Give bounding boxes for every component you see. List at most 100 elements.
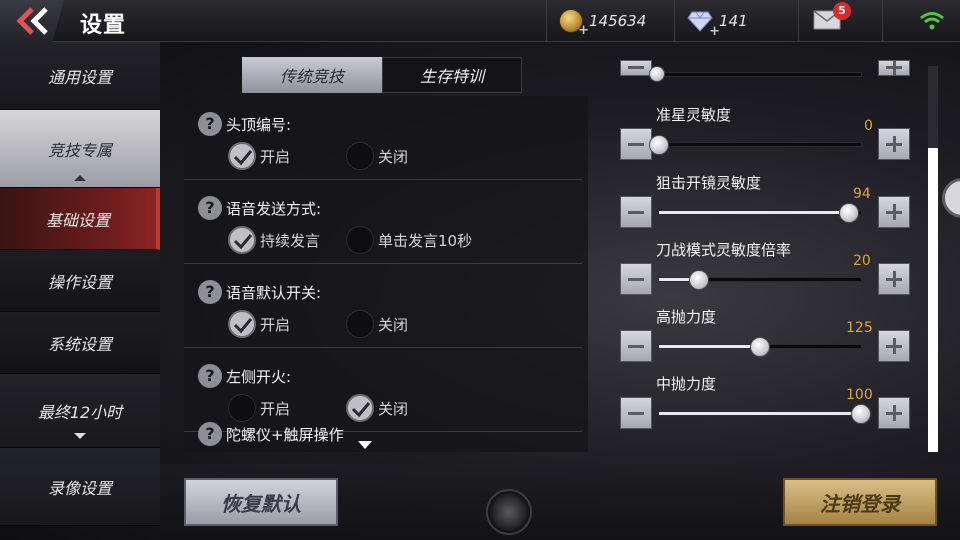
option-gyro-touch: ? 陀螺仪+触屏操作 (184, 406, 582, 452)
radio-continuous[interactable]: 持续发言 (228, 226, 320, 254)
coin-icon (559, 9, 589, 38)
slider-value: 0 (864, 118, 873, 134)
slider-crosshair-sensitivity: 准星灵敏度 0 (620, 104, 920, 164)
slider-fill (659, 211, 849, 214)
sidebar-item-label: 录像设置 (47, 478, 112, 498)
coin-counter[interactable]: 145634 (546, 0, 674, 42)
back-button[interactable] (0, 0, 64, 42)
checkmark-icon (228, 226, 256, 254)
tab-survival[interactable]: 生存特训 (382, 57, 522, 93)
help-icon[interactable]: ? (198, 112, 222, 136)
option-title: 头顶编号: (226, 116, 292, 134)
radio-off[interactable]: 关闭 (346, 142, 408, 170)
minus-button[interactable] (620, 128, 652, 160)
plus-button[interactable] (878, 60, 910, 76)
slider-knob[interactable] (689, 270, 710, 290)
coin-value: 145634 (589, 12, 647, 30)
help-icon[interactable]: ? (198, 196, 222, 220)
sidebar-item-label: 系统设置 (47, 334, 112, 354)
floating-handle[interactable] (942, 178, 960, 218)
center-joystick-button[interactable] (486, 489, 532, 535)
slider-partial-top[interactable] (620, 42, 920, 82)
radio-on[interactable]: 开启 (228, 142, 290, 170)
sidebar-item-label: 通用设置 (47, 67, 112, 87)
slider-track[interactable] (649, 135, 862, 155)
double-chevron-left-icon (16, 7, 48, 35)
mail-button[interactable]: 5 (798, 0, 882, 42)
sidebar-item-label: 竞技专属 (47, 140, 112, 160)
slider-label: 狙击开镜灵敏度 (656, 174, 762, 192)
radio-circle (346, 226, 374, 254)
minus-button[interactable] (620, 330, 652, 362)
minus-button[interactable] (620, 397, 652, 429)
slider-track[interactable] (658, 337, 862, 357)
radio-label: 开启 (260, 315, 291, 334)
slider-value: 94 (853, 186, 871, 202)
diamond-counter[interactable]: 141 (674, 0, 798, 42)
sidebar-item-general[interactable]: 通用设置 (0, 42, 160, 110)
plus-button[interactable] (878, 397, 910, 429)
radio-click-10s[interactable]: 单击发言10秒 (346, 226, 472, 254)
sliders-scrollbar[interactable] (928, 66, 938, 452)
plus-button[interactable] (878, 196, 910, 228)
help-icon[interactable]: ? (198, 422, 222, 446)
radio-label: 持续发言 (260, 231, 321, 250)
sidebar-item-basic[interactable]: 基础设置 (0, 188, 160, 250)
sidebar-item-competitive[interactable]: 竞技专属 (0, 110, 160, 188)
sidebar-item-label: 操作设置 (47, 272, 112, 292)
mail-icon: 5 (813, 2, 851, 32)
option-title: 语音默认开关: (226, 284, 322, 302)
checkmark-icon (228, 310, 256, 338)
logout-button[interactable]: 注销登录 (783, 478, 937, 526)
radio-off[interactable]: 关闭 (346, 310, 408, 338)
slider-label: 高抛力度 (656, 308, 717, 326)
slider-track[interactable] (658, 404, 871, 424)
radio-label: 关闭 (378, 315, 409, 334)
sidebar-item-replay[interactable]: 录像设置 (0, 448, 160, 526)
sidebar-item-final-12h[interactable]: 最终12小时 (0, 374, 160, 448)
caret-down-icon (74, 433, 86, 439)
sidebar-item-controls[interactable]: 操作设置 (0, 250, 160, 312)
tab-classic[interactable]: 传统竞技 (242, 57, 382, 93)
option-voice-send-mode: ? 语音发送方式: 持续发言 单击发言10秒 (184, 180, 582, 264)
radio-on[interactable]: 开启 (228, 310, 290, 338)
caret-up-icon (74, 175, 86, 181)
radio-label: 单击发言10秒 (378, 231, 473, 250)
help-icon[interactable]: ? (198, 364, 222, 388)
radio-label: 开启 (260, 147, 291, 166)
options-panel[interactable]: ? 头顶编号: 开启 关闭 ? 语音发送方式: 持续发言 单击发言10秒 ? 语… (184, 96, 588, 452)
diamond-value: 141 (719, 12, 748, 30)
option-title: 左侧开火: (226, 368, 292, 386)
network-status (882, 0, 960, 42)
slider-value: 20 (853, 253, 871, 269)
slider-track[interactable] (658, 270, 862, 290)
diamond-icon (687, 10, 720, 39)
sidebar-item-system[interactable]: 系统设置 (0, 312, 160, 374)
slider-knob[interactable] (649, 135, 669, 155)
radio-label: 关闭 (378, 147, 409, 166)
slider-label: 中抛力度 (656, 375, 717, 393)
page-title: 设置 (80, 13, 127, 38)
slider-knob[interactable] (649, 66, 665, 82)
option-title: 语音发送方式: (226, 200, 322, 218)
radio-circle (346, 310, 374, 338)
minus-button[interactable] (620, 196, 652, 228)
plus-button[interactable] (878, 330, 910, 362)
slider-sniper-scope-sensitivity: 狙击开镜灵敏度 94 (620, 172, 920, 232)
plus-button[interactable] (878, 128, 910, 160)
plus-button[interactable] (878, 263, 910, 295)
minus-button[interactable] (620, 60, 652, 76)
slider-track[interactable] (658, 203, 862, 223)
radio-circle (346, 142, 374, 170)
sidebar-item-label: 最终12小时 (37, 402, 123, 422)
scrollbar-thumb[interactable] (928, 148, 938, 452)
help-icon[interactable]: ? (198, 280, 222, 304)
slider-knob[interactable] (838, 203, 859, 223)
slider-knob[interactable] (851, 404, 871, 424)
restore-defaults-button[interactable]: 恢复默认 (184, 478, 338, 526)
slider-knob[interactable] (750, 337, 770, 357)
slider-track[interactable] (649, 66, 862, 82)
wifi-icon (919, 12, 944, 30)
checkmark-icon (228, 142, 256, 170)
minus-button[interactable] (620, 263, 652, 295)
